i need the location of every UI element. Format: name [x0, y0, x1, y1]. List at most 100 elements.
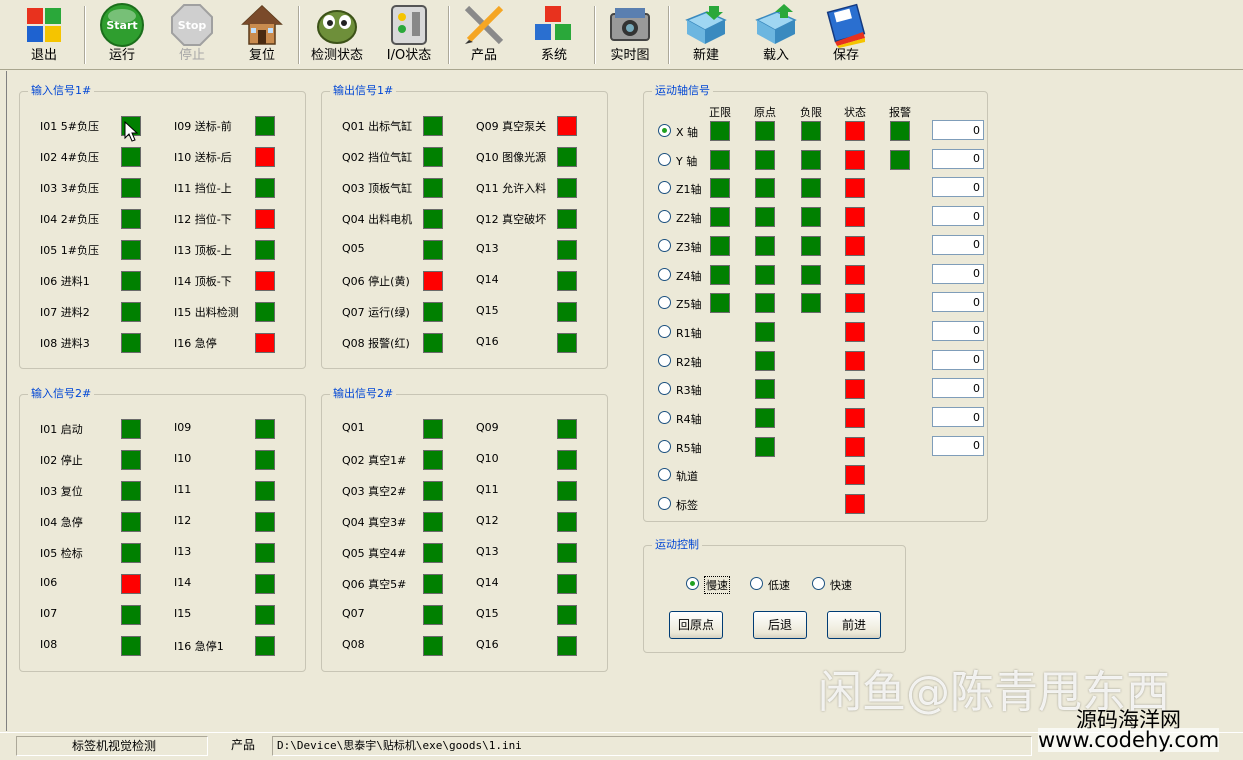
radio-indicator[interactable]: [658, 267, 671, 281]
axis-name: Y 轴: [676, 154, 698, 168]
home-button[interactable]: 回原点: [669, 611, 723, 639]
axis-origin-led: [755, 264, 775, 285]
axis-negative-limit-led: [801, 121, 821, 141]
io-signal-row: I11: [20, 481, 300, 501]
new-button[interactable]: 新建: [678, 2, 734, 68]
io-signal-led: [557, 209, 577, 229]
axis-origin-led: [755, 350, 775, 371]
io-signal-row: Q16: [322, 636, 602, 656]
axis-select-radio[interactable]: R5轴: [658, 437, 706, 457]
io-signal-label: Q13: [476, 242, 499, 255]
axis-negative-limit-led: [801, 207, 821, 228]
radio-indicator[interactable]: [812, 577, 825, 590]
axis-position-input[interactable]: [932, 378, 984, 399]
watermark-url: www.codehy.com: [1038, 728, 1220, 752]
io-signal-led: [255, 333, 275, 353]
radio-indicator[interactable]: [658, 181, 671, 195]
motion-control-group: 运动控制 慢速 低速 快速 回原点 后退 前进: [643, 538, 906, 653]
io-signal-label: Q11 允许入料: [476, 182, 547, 195]
radio-indicator[interactable]: [658, 210, 671, 224]
axis-select-radio[interactable]: Z1轴: [658, 178, 706, 198]
radio-indicator[interactable]: [686, 577, 699, 590]
axis-positive-limit-led: [710, 149, 730, 170]
axis-position-input[interactable]: [932, 263, 984, 284]
windows-grid-icon: [21, 2, 67, 48]
status-config-path: D:\Device\思泰宇\贴标机\exe\goods\1.ini: [272, 736, 1032, 756]
axis-select-radio[interactable]: R3轴: [658, 379, 706, 399]
axis-position-input[interactable]: [932, 320, 984, 341]
axis-select-radio[interactable]: R4轴: [658, 408, 706, 428]
io-signal-label: I09 送标-前: [174, 120, 232, 133]
load-button[interactable]: 载入: [748, 2, 804, 68]
axis-select-radio[interactable]: Z4轴: [658, 265, 706, 285]
axis-position-input[interactable]: [932, 292, 984, 313]
radio-indicator[interactable]: [658, 296, 671, 310]
io-signal-row: I12: [20, 512, 300, 532]
exit-button[interactable]: 退出: [16, 2, 72, 68]
axis-position-input[interactable]: [932, 435, 984, 456]
radio-indicator[interactable]: [658, 324, 671, 338]
axis-select-radio[interactable]: Z5轴: [658, 293, 706, 313]
axis-select-radio[interactable]: Y 轴: [658, 150, 706, 170]
axis-select-radio[interactable]: Z2轴: [658, 207, 706, 227]
axis-state-led: [845, 321, 865, 342]
input-signal-2-group: 输入信号2# I01 启动 I02 停止 I03 复位 I04 急停 I05 检标 I06…: [19, 387, 306, 672]
io-signal-label: I09: [174, 421, 192, 434]
radio-indicator[interactable]: [658, 124, 671, 137]
io-signal-led: [255, 209, 275, 229]
axis-position-input[interactable]: [932, 349, 984, 370]
axis-select-radio[interactable]: Z3轴: [658, 236, 706, 256]
radio-indicator[interactable]: [658, 468, 671, 482]
system-button[interactable]: 系统: [526, 2, 582, 68]
axis-position-input[interactable]: [932, 206, 984, 227]
axis-state-led: [845, 293, 865, 314]
io-signal-label: I13: [174, 545, 192, 558]
toolbar-separator: [594, 6, 596, 64]
reset-button[interactable]: 复位: [234, 2, 290, 68]
axis-select-radio[interactable]: X 轴: [658, 121, 706, 141]
detect-status-button[interactable]: 检测状态: [306, 2, 368, 68]
speed-fast-radio[interactable]: 快速: [812, 574, 872, 594]
io-signal-row: Q15: [322, 302, 602, 322]
radio-indicator[interactable]: [750, 577, 763, 590]
radio-indicator[interactable]: [658, 497, 671, 511]
realtime-image-button[interactable]: 实时图: [602, 2, 658, 68]
radio-indicator[interactable]: [658, 238, 671, 252]
forward-button[interactable]: 前进: [827, 611, 881, 639]
io-signal-label: I10 送标-后: [174, 151, 232, 164]
radio-indicator[interactable]: [658, 353, 671, 367]
axis-position-input[interactable]: [932, 177, 984, 198]
axis-position-input[interactable]: [932, 407, 984, 427]
io-signal-label: I14 顶板-下: [174, 275, 232, 288]
run-button[interactable]: Start 运行: [94, 2, 150, 68]
axis-select-radio[interactable]: 轨道: [658, 465, 706, 485]
axis-position-input[interactable]: [932, 234, 984, 255]
io-signal-row: I10 送标-后: [20, 147, 300, 167]
axis-select-radio[interactable]: R2轴: [658, 351, 706, 371]
axis-position-input[interactable]: [932, 148, 984, 169]
radio-indicator[interactable]: [658, 382, 671, 396]
input-signal-1-group: 输入信号1# I01 5#负压 I02 4#负压 I03 3#负压 I04 2#负压 I…: [19, 84, 306, 369]
axis-name: Z2轴: [676, 212, 702, 226]
axis-select-radio[interactable]: 标签: [658, 494, 706, 514]
back-button[interactable]: 后退: [753, 611, 807, 639]
axis-state-led: [845, 178, 865, 199]
io-status-button[interactable]: I/O状态: [380, 2, 438, 68]
io-signal-row: Q13: [322, 240, 602, 260]
speed-slow-radio[interactable]: 慢速: [686, 574, 746, 594]
radio-indicator[interactable]: [658, 439, 671, 453]
product-button[interactable]: 产品: [456, 2, 512, 68]
axis-select-radio[interactable]: R1轴: [658, 322, 706, 342]
axis-alarm-led: [890, 121, 910, 141]
axis-positive-limit-led: [710, 264, 730, 285]
house-icon: [239, 2, 285, 48]
speed-low-radio[interactable]: 低速: [750, 574, 810, 594]
pencil-ruler-icon: [461, 2, 507, 48]
radio-indicator[interactable]: [658, 411, 671, 424]
io-signal-led: [557, 116, 577, 136]
axis-position-input[interactable]: [932, 120, 984, 140]
radio-indicator[interactable]: [658, 152, 671, 166]
stop-button[interactable]: Stop 停止: [164, 2, 220, 68]
save-button[interactable]: 保存: [818, 2, 874, 68]
axis-origin-led: [755, 379, 775, 400]
